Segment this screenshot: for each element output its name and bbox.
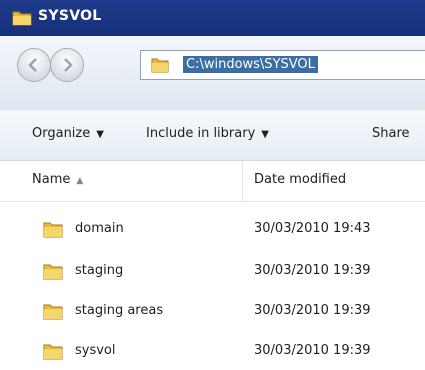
- file-date: 30/03/2010 19:39: [254, 263, 371, 278]
- list-item[interactable]: domain 30/03/2010 19:43: [0, 216, 425, 244]
- column-divider[interactable]: [242, 161, 243, 201]
- chevron-down-icon: ▼: [96, 129, 104, 140]
- address-input[interactable]: C:\windows\SYSVOL: [140, 50, 425, 80]
- file-date: 30/03/2010 19:39: [254, 343, 371, 358]
- column-date-modified[interactable]: Date modified: [254, 172, 346, 187]
- file-date: 30/03/2010 19:39: [254, 303, 371, 318]
- organize-menu[interactable]: Organize ▼: [32, 126, 104, 141]
- column-header: Name ▲ Date modified: [0, 161, 425, 202]
- address-path[interactable]: C:\windows\SYSVOL: [183, 56, 318, 73]
- window-title-bar[interactable]: SYSVOL: [0, 0, 425, 36]
- share-menu[interactable]: Share: [372, 126, 410, 141]
- column-date-label: Date modified: [254, 172, 347, 187]
- include-in-library-menu[interactable]: Include in library ▼: [146, 126, 269, 141]
- file-name: domain: [75, 221, 124, 236]
- list-item[interactable]: staging 30/03/2010 19:39: [0, 258, 425, 286]
- back-button[interactable]: [17, 48, 51, 82]
- file-name: staging areas: [75, 303, 164, 318]
- list-item[interactable]: staging areas 30/03/2010 19:39: [0, 298, 425, 326]
- include-label: Include in library: [146, 126, 256, 141]
- column-name[interactable]: Name ▲: [32, 172, 83, 187]
- sort-ascending-icon: ▲: [76, 176, 84, 186]
- forward-button[interactable]: [50, 48, 84, 82]
- folder-icon: [43, 222, 63, 238]
- command-toolbar: Organize ▼ Include in library ▼ Share: [0, 110, 425, 161]
- folder-icon: [43, 344, 63, 360]
- share-label: Share: [372, 126, 410, 141]
- arrow-left-icon: [28, 58, 37, 72]
- chevron-down-icon: ▼: [261, 129, 269, 140]
- list-item[interactable]: sysvol 30/03/2010 19:39: [0, 338, 425, 366]
- column-name-label: Name: [32, 172, 71, 187]
- organize-label: Organize: [32, 126, 91, 141]
- folder-icon: [12, 11, 32, 26]
- address-bar: C:\windows\SYSVOL: [0, 36, 425, 111]
- folder-icon: [43, 264, 63, 280]
- file-name: sysvol: [75, 343, 116, 358]
- file-date: 30/03/2010 19:43: [254, 221, 371, 236]
- file-name: staging: [75, 263, 124, 278]
- arrow-right-icon: [64, 58, 73, 72]
- window-title: SYSVOL: [38, 8, 102, 24]
- folder-icon: [151, 58, 169, 73]
- folder-icon: [43, 304, 63, 320]
